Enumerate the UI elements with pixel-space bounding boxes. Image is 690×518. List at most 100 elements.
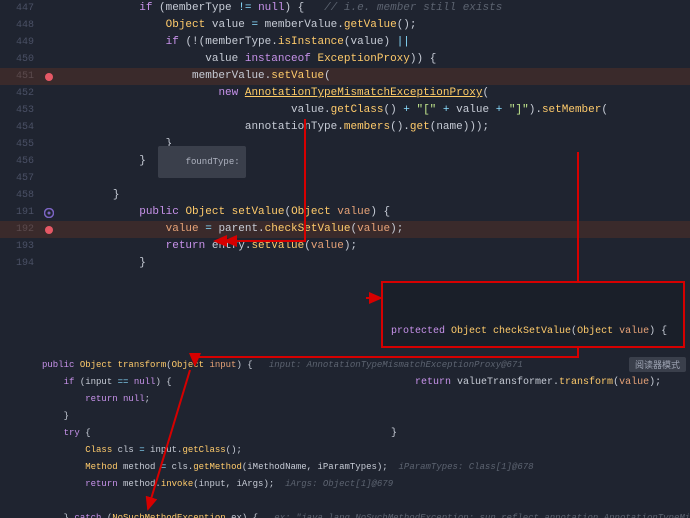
token: } <box>64 411 69 421</box>
token: } <box>139 257 146 269</box>
debug-run-icon[interactable] <box>42 204 56 221</box>
code-line[interactable]: Method method = cls.getMethod(iMethodNam… <box>0 460 690 477</box>
code-text: } <box>56 255 690 272</box>
code-block-bottom[interactable]: public Object transform(Object input) { … <box>0 358 690 518</box>
gutter-spacer <box>28 460 38 477</box>
line-number[interactable]: 458 <box>0 187 42 204</box>
code-line[interactable]: 455 } <box>0 136 690 153</box>
token: + <box>436 104 456 116</box>
line-number[interactable]: 449 <box>0 34 42 51</box>
gutter-spacer <box>28 409 38 426</box>
code-line[interactable]: return method.invoke(input, iArgs); iArg… <box>0 477 690 494</box>
code-line[interactable]: if (input == null) { <box>0 375 690 392</box>
token: iParamTypes: Class[1]@678 <box>399 462 534 472</box>
code-line[interactable]: 450 value instanceof ExceptionProxy)) { <box>0 51 690 68</box>
token: ) { <box>236 360 268 370</box>
token: ). <box>529 104 542 116</box>
gutter-spacer <box>42 187 56 204</box>
token: value <box>212 19 252 31</box>
code-line[interactable]: 194 } <box>0 255 690 272</box>
line-number[interactable]: 451 <box>0 68 42 85</box>
token: get <box>410 121 430 133</box>
line-number[interactable]: 193 <box>0 238 42 255</box>
line-number[interactable]: 192 <box>0 221 42 238</box>
token: != <box>238 2 258 14</box>
code-line[interactable] <box>0 494 690 511</box>
line-number[interactable]: 448 <box>0 17 42 34</box>
breakpoint-icon[interactable] <box>42 221 56 238</box>
code-line[interactable]: Class cls = input.getClass(); <box>0 443 690 460</box>
code-text: if (memberType != null) { // i.e. member… <box>56 0 690 17</box>
code-line[interactable]: try { <box>0 426 690 443</box>
code-line[interactable]: 447 if (memberType != null) { // i.e. me… <box>0 0 690 17</box>
line-number[interactable]: 456 <box>0 153 42 170</box>
token: return <box>166 240 212 252</box>
token: (memberType <box>159 2 238 14</box>
code-line[interactable]: 454 annotationType.members().get(name)))… <box>0 119 690 136</box>
token: (iMethodName, iParamTypes); <box>242 462 399 472</box>
token: input <box>209 360 236 370</box>
line-number[interactable]: 457 <box>0 170 42 187</box>
line-number[interactable]: 450 <box>0 51 42 68</box>
code-line[interactable]: return null; <box>0 392 690 409</box>
token: input: AnnotationTypeMismatchExceptionPr… <box>269 360 523 370</box>
token: setValue <box>271 70 324 82</box>
line-number[interactable]: 194 <box>0 255 42 272</box>
line-number[interactable]: 447 <box>0 0 42 17</box>
line-number[interactable]: 452 <box>0 85 42 102</box>
token: null <box>123 394 145 404</box>
token: Method <box>85 462 123 472</box>
token: getClass <box>182 445 225 455</box>
token: value <box>337 206 370 218</box>
line-number[interactable]: 453 <box>0 102 42 119</box>
hover-popup[interactable]: protected Object checkSetValue(Object va… <box>381 281 685 348</box>
code-line[interactable]: 193 return entry.setValue(value); <box>0 238 690 255</box>
token: setValue <box>251 240 304 252</box>
line-number[interactable]: 454 <box>0 119 42 136</box>
code-line[interactable]: } catch (NoSuchMethodException ex) { ex:… <box>0 511 690 518</box>
token: Object <box>451 326 493 337</box>
code-line[interactable]: 457 <box>0 170 690 187</box>
token: getClass <box>331 104 384 116</box>
code-line[interactable]: 451 memberValue.setValue( <box>0 68 690 85</box>
token: Object <box>185 206 231 218</box>
token: Class <box>85 445 117 455</box>
code-editor[interactable]: 447 if (memberType != null) { // i.e. me… <box>0 0 690 518</box>
token: = <box>251 19 264 31</box>
code-line[interactable]: } <box>0 409 690 426</box>
code-line[interactable]: 456 } <box>0 153 690 170</box>
code-text: public Object setValue(Object value) { <box>56 204 690 221</box>
token: value <box>357 223 390 235</box>
code-line[interactable]: 191 public Object setValue(Object value)… <box>0 204 690 221</box>
token: value <box>456 104 496 116</box>
code-line[interactable]: 192 value = parent.checkSetValue(value); <box>0 221 690 238</box>
token: ); <box>390 223 403 235</box>
token: getValue <box>344 19 397 31</box>
code-line[interactable]: public Object transform(Object input) { … <box>0 358 690 375</box>
code-line[interactable]: 458 } <box>0 187 690 204</box>
token: method. <box>123 479 161 489</box>
token: checkSetValue <box>265 223 351 235</box>
line-number[interactable]: 191 <box>0 204 42 221</box>
token: } <box>139 155 146 167</box>
token: { <box>85 428 90 438</box>
token: ) { <box>284 2 324 14</box>
gutter-spacer <box>42 34 56 51</box>
code-line[interactable]: 452 new AnnotationTypeMismatchExceptionP… <box>0 85 690 102</box>
line-number[interactable]: 455 <box>0 136 42 153</box>
breakpoint-icon[interactable] <box>42 68 56 85</box>
token: } <box>113 189 120 201</box>
token: transform <box>118 360 167 370</box>
token: = <box>205 223 218 235</box>
gutter-spacer <box>42 153 56 170</box>
token: value <box>311 240 344 252</box>
code-line[interactable]: 448 Object value = memberValue.getValue(… <box>0 17 690 34</box>
token: catch <box>74 513 106 518</box>
code-line[interactable]: 453 value.getClass() + "[" + value + "]"… <box>0 102 690 119</box>
gutter-spacer <box>28 494 38 511</box>
token: ex) { <box>231 513 274 518</box>
code-line[interactable]: 449 if (!(memberType.isInstance(value) |… <box>0 34 690 51</box>
code-text: if (!(memberType.isInstance(value) || <box>56 34 690 51</box>
code-block-top[interactable]: 447 if (memberType != null) { // i.e. me… <box>0 0 690 272</box>
token: (input, iArgs); <box>193 479 285 489</box>
